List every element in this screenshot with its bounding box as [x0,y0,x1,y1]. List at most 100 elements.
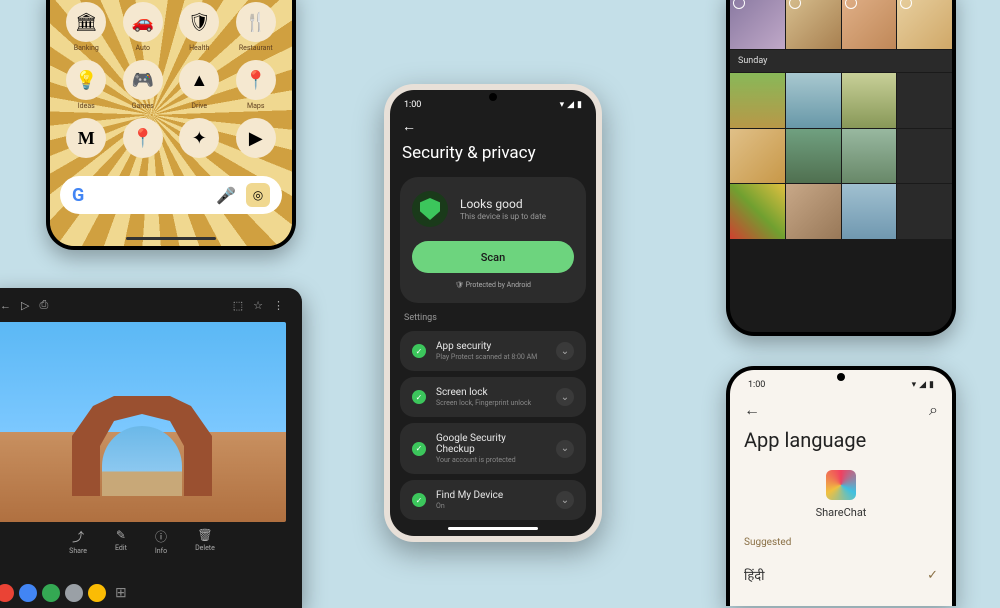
scan-button[interactable]: Scan [412,241,574,273]
chevron-down-icon[interactable]: ⌄ [556,491,574,509]
app-icon[interactable]: 🚗Auto [119,2,168,52]
app-icon[interactable]: 🍴Restaurant [232,2,281,52]
edit-button[interactable]: ✎Edit [115,528,127,555]
app-preview: ShareChat [744,470,938,519]
back-button[interactable]: ← [744,400,760,420]
home-indicator[interactable] [126,237,216,240]
back-icon[interactable]: ← [0,299,11,312]
photo-thumb[interactable] [730,184,785,239]
select-circle-icon[interactable] [733,0,745,9]
back-button[interactable]: ← [402,118,586,135]
photo-thumb[interactable] [842,184,897,239]
page-title: Security & privacy [402,143,586,163]
day-heading: Sunday [730,50,952,72]
taskbar-app[interactable] [65,584,83,602]
restaurant-icon: 🍴 [236,2,276,42]
camera-notch [489,93,497,101]
taskbar-app[interactable] [42,584,60,602]
games-icon: 🎮 [123,60,163,100]
app-icon[interactable]: 🛡Health [175,2,224,52]
chevron-down-icon[interactable]: ⌄ [556,388,574,406]
photo-thumb[interactable] [842,73,897,128]
app-icon[interactable]: ▶ [232,118,281,158]
app-icon[interactable]: 🏛Banking [62,2,111,52]
home-indicator[interactable] [448,527,538,530]
photo-thumb[interactable] [730,0,785,49]
check-icon: ✓ [927,568,938,583]
app-icon[interactable]: ▲Drive [175,60,224,110]
signal-icon: ◢ [567,100,574,110]
info-button[interactable]: ⓘInfo [155,528,167,555]
cast-icon[interactable]: ⎙ [39,298,48,312]
photo-thumb[interactable] [842,129,897,184]
photo-thumb[interactable] [897,184,952,239]
app-icon[interactable]: 📍Maps [232,60,281,110]
share-button[interactable]: ⤴Share [69,528,87,555]
page-title: App language [744,428,938,452]
check-icon: ✓ [412,442,426,456]
camera-notch [837,373,845,381]
photo-thumb[interactable] [897,0,952,49]
select-circle-icon[interactable] [900,0,912,9]
app-icon[interactable]: 📍 [119,118,168,158]
select-circle-icon[interactable] [789,0,801,9]
delete-icon: 🗑 [197,528,212,542]
search-icon[interactable]: ⌕ [929,400,938,420]
maps-icon: 📍 [236,60,276,100]
setting-screen-lock[interactable]: ✓ Screen lockScreen lock, Fingerprint un… [400,377,586,417]
lens-icon[interactable]: ◎ [246,183,270,207]
chevron-down-icon[interactable]: ⌄ [556,440,574,458]
photo-thumb[interactable] [786,184,841,239]
chevron-down-icon[interactable]: ⌄ [556,342,574,360]
photo-thumb[interactable] [897,73,952,128]
setting-app-security[interactable]: ✓ App securityPlay Protect scanned at 8:… [400,331,586,371]
photo-thumb[interactable] [730,129,785,184]
app-icon[interactable]: 🎮Games [119,60,168,110]
language-option[interactable]: हिंदी ✓ [744,558,938,592]
app-icon[interactable]: 💡Ideas [62,60,111,110]
photo-thumb[interactable] [786,129,841,184]
home-phone: 🏛Banking 🚗Auto 🛡Health 🍴Restaurant 💡Idea… [46,0,296,250]
mic-icon[interactable]: 🎤 [216,186,236,205]
language-name: हिंदी [744,566,765,584]
play-icon[interactable]: ▷ [21,299,29,312]
app-icon[interactable]: ✦ [175,118,224,158]
photo-thumb[interactable] [786,73,841,128]
upload-icon[interactable]: ⬚ [233,299,243,312]
more-icon[interactable]: ⋮ [273,299,284,312]
setting-security-checkup[interactable]: ✓ Google Security CheckupYour account is… [400,423,586,474]
photo-viewer[interactable] [0,322,286,522]
photo-thumb[interactable] [786,0,841,49]
photo-thumb[interactable] [842,0,897,49]
app-icon[interactable]: M [62,118,111,158]
delete-button[interactable]: 🗑Delete [195,528,215,555]
shield-icon [412,191,448,227]
clock: 1:00 [404,100,421,110]
status-subtitle: This device is up to date [460,212,546,221]
search-bar[interactable]: G 🎤 ◎ [60,176,282,214]
security-screen: 1:00 ▾◢▮ ← Security & privacy Looks good… [390,90,596,536]
photos-phone: Sunday [726,0,956,336]
taskbar-app[interactable] [88,584,106,602]
wifi-icon: ▾ [912,380,917,390]
ideas-icon: 💡 [66,60,106,100]
home-screen: 🏛Banking 🚗Auto 🛡Health 🍴Restaurant 💡Idea… [50,0,292,246]
setting-find-device[interactable]: ✓ Find My DeviceOn ⌄ [400,480,586,520]
share-icon: ⤴ [72,528,84,545]
info-icon: ⓘ [155,528,167,545]
youtube-icon: ▶ [236,118,276,158]
app-grid: 🏛Banking 🚗Auto 🛡Health 🍴Restaurant 💡Idea… [62,2,280,158]
check-icon: ✓ [412,344,426,358]
clock: 1:00 [748,380,765,390]
photo-thumb[interactable] [897,129,952,184]
photo-thumb[interactable] [730,73,785,128]
google-logo-icon: G [72,185,84,206]
tablet-actions: ⤴Share ✎Edit ⓘInfo 🗑Delete [0,528,294,555]
select-circle-icon[interactable] [845,0,857,9]
taskbar-app[interactable] [0,584,14,602]
banking-icon: 🏛 [66,2,106,42]
security-status-card: Looks good This device is up to date Sca… [400,177,586,303]
star-icon[interactable]: ☆ [253,299,263,312]
app-drawer-icon[interactable]: ⊞ [115,585,127,601]
taskbar-app[interactable] [19,584,37,602]
